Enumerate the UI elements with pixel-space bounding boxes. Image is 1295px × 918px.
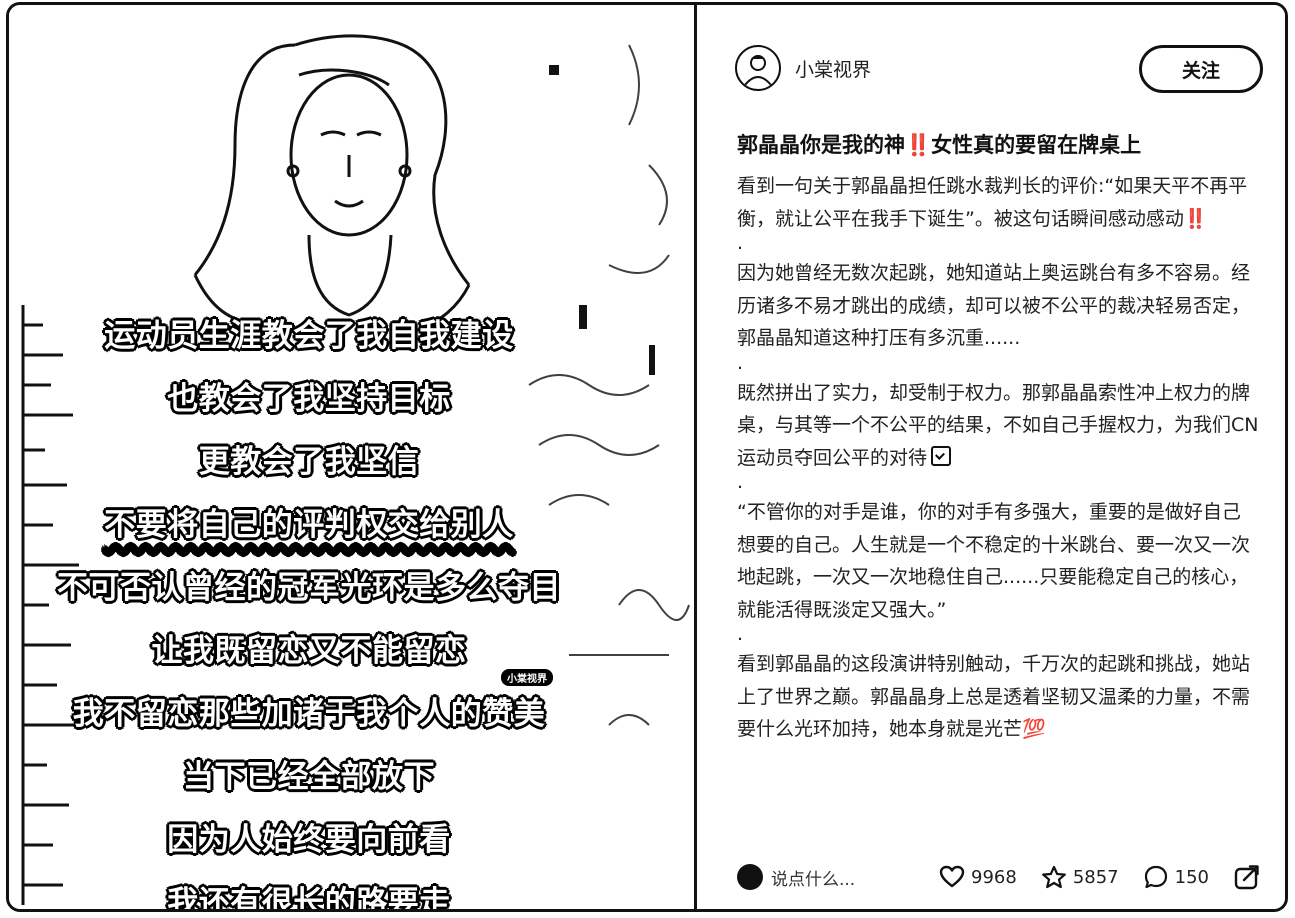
author-name[interactable]: 小棠视界	[795, 55, 871, 82]
paragraph-separator: .	[737, 471, 744, 493]
post-title: 郭晶晶你是我的神‼️女性真的要留在牌桌上	[737, 133, 1142, 157]
engagement-bar: 说点什么... 9968 5857 150	[737, 855, 1267, 899]
video-player[interactable]: 运动员生涯教会了我自我建设 也教会了我坚持目标 更教会了我坚信 不要将自己的评判…	[9, 5, 697, 912]
paragraph-separator: .	[737, 232, 744, 254]
video-watermark: 小棠视界	[501, 669, 553, 686]
checkbox-icon	[931, 445, 952, 466]
author-avatar[interactable]	[735, 45, 781, 91]
avatar-image	[744, 55, 772, 86]
paragraph-separator: .	[737, 623, 744, 645]
subtitle-line: 我不留恋那些加诸于我个人的赞美	[72, 695, 546, 733]
comment-input[interactable]: 说点什么...	[737, 864, 855, 890]
collect-button[interactable]: 5857	[1041, 865, 1119, 890]
subtitle-overlay: 运动员生涯教会了我自我建设 也教会了我坚持目标 更教会了我坚信 不要将自己的评判…	[9, 305, 609, 912]
subtitle-line: 运动员生涯教会了我自我建设	[104, 317, 514, 355]
collect-count: 5857	[1072, 866, 1119, 888]
note-content-panel: 小棠视界 关注 郭晶晶你是我的神‼️女性真的要留在牌桌上 看到一句关于郭晶晶担任…	[697, 5, 1285, 909]
share-button[interactable]	[1233, 863, 1267, 891]
post-paragraph: “不管你的对手是谁，你的对手有多强大，重要的是做好自己想要的自己。人生就是一个不…	[737, 501, 1251, 621]
author-info[interactable]: 小棠视界	[735, 45, 871, 91]
share-icon	[1234, 865, 1259, 890]
note-detail-window: 运动员生涯教会了我自我建设 也教会了我坚持目标 更教会了我坚信 不要将自己的评判…	[6, 2, 1288, 912]
follow-button[interactable]: 关注	[1139, 45, 1263, 93]
star-icon	[1041, 865, 1066, 888]
post-paragraph-text: 既然拼出了实力，却受制于权力。那郭晶晶索性冲上权力的牌桌，与其等一个不公平的结果…	[737, 381, 1259, 469]
post-paragraph: 看到郭晶晶的这段演讲特别触动，千万次的起跳和挑战，她站上了世界之巅。郭晶晶身上总…	[737, 653, 1251, 740]
subtitle-line: 当下已经全部放下	[182, 758, 435, 796]
user-avatar	[737, 864, 763, 890]
comment-placeholder[interactable]: 说点什么...	[771, 865, 855, 890]
subtitle-line: 让我既留恋又不能留恋	[151, 632, 467, 670]
post-paragraph: 既然拼出了实力，却受制于权力。那郭晶晶索性冲上权力的牌桌，与其等一个不公平的结果…	[737, 377, 1259, 475]
heart-icon	[939, 865, 965, 888]
post-body: 看到一句关于郭晶晶担任跳水裁判长的评价:“如果天平不再平衡，就让公平在我手下诞生…	[737, 170, 1259, 746]
subtitle-line: 不可否认曾经的冠军光环是多么夺目	[56, 569, 561, 607]
subtitle-line: 不要将自己的评判权交给别人	[104, 506, 514, 544]
post-paragraph: 看到一句关于郭晶晶担任跳水裁判长的评价:“如果天平不再平衡，就让公平在我手下诞生…	[737, 175, 1248, 230]
subtitle-line: 我还有很长的路要走	[167, 884, 451, 912]
comment-bubble-icon	[1144, 865, 1167, 889]
subtitle-line: 也教会了我坚持目标	[167, 380, 451, 418]
subtitle-line: 更教会了我坚信	[198, 443, 420, 481]
comment-count: 150	[1174, 866, 1209, 888]
subtitle-line: 因为人始终要向前看	[167, 821, 451, 859]
post-paragraph: 因为她曾经无数次起跳，她知道站上奥运跳台有多不容易。经历诸多不易才跳出的成绩，却…	[737, 262, 1251, 349]
paragraph-separator: .	[737, 351, 744, 374]
like-count: 9968	[971, 866, 1017, 888]
like-button[interactable]: 9968	[939, 865, 1017, 889]
comment-button[interactable]: 150	[1143, 864, 1209, 890]
